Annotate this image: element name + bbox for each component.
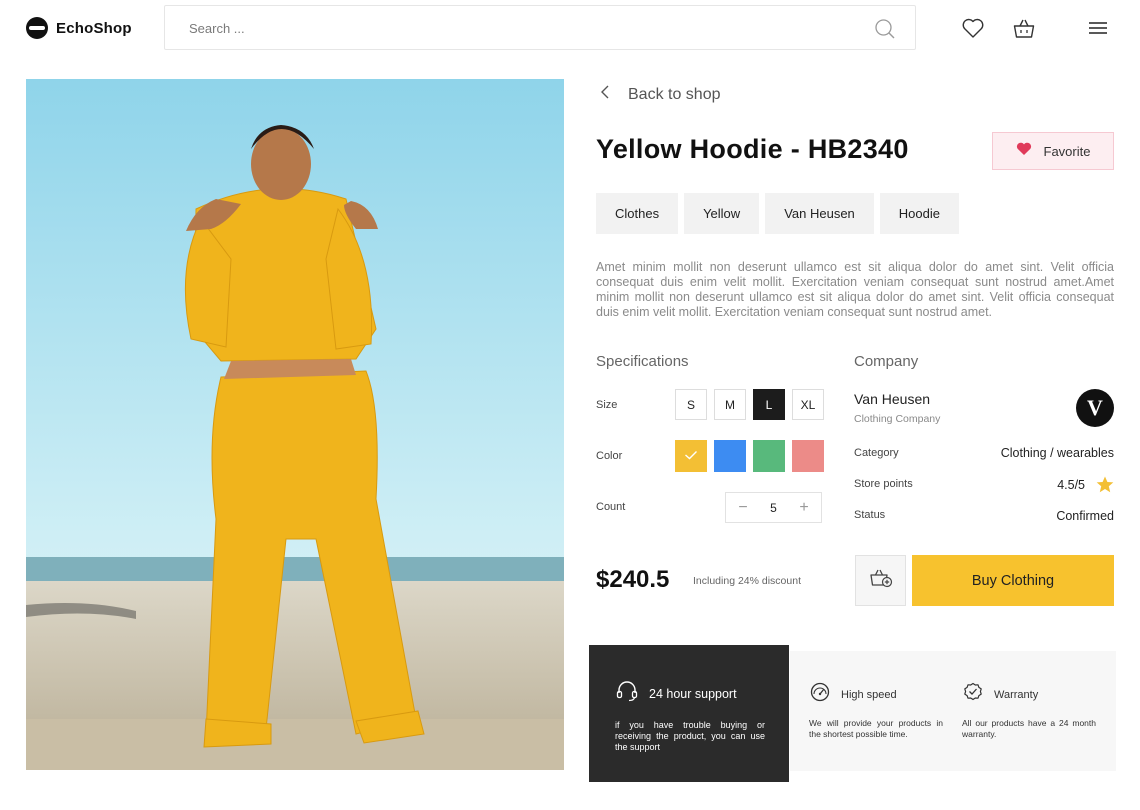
- decrement-button[interactable]: −: [726, 493, 760, 522]
- discount-note: Including 24% discount: [693, 575, 801, 587]
- tag-yellow[interactable]: Yellow: [684, 193, 760, 234]
- product-description: Amet minim mollit non deserunt ullamco e…: [596, 260, 1114, 319]
- add-to-cart-button[interactable]: [855, 555, 906, 606]
- feature-title: 24 hour support: [649, 686, 737, 701]
- category-label: Category: [854, 447, 899, 459]
- search-bar: [164, 5, 916, 50]
- star-icon: [1096, 476, 1114, 498]
- color-swatch-green[interactable]: [753, 440, 785, 472]
- status-value: Confirmed: [1056, 509, 1114, 523]
- product-price: $240.5: [596, 566, 670, 593]
- feature-description: if you have trouble buying or receiving …: [615, 720, 765, 752]
- feature-description: We will provide your products in the sho…: [809, 718, 943, 739]
- tag-list: Clothes Yellow Van Heusen Hoodie: [596, 193, 959, 234]
- increment-button[interactable]: +: [787, 493, 821, 522]
- top-header: EchoShop: [0, 0, 1140, 56]
- check-circle-icon: [962, 682, 984, 707]
- back-to-shop-link[interactable]: Back to shop: [600, 84, 721, 105]
- back-label: Back to shop: [628, 85, 721, 103]
- headset-icon: [615, 680, 639, 707]
- heart-icon[interactable]: [960, 15, 986, 41]
- search-input[interactable]: [189, 18, 849, 38]
- feature-title: Warranty: [994, 688, 1039, 701]
- tag-hoodie[interactable]: Hoodie: [879, 193, 959, 234]
- company-logo[interactable]: V: [1076, 389, 1114, 427]
- count-label: Count: [596, 501, 626, 513]
- search-icon[interactable]: [874, 18, 896, 40]
- quantity-stepper: − 5 +: [725, 492, 822, 523]
- speedometer-icon: [809, 682, 831, 707]
- color-swatch-pink[interactable]: [792, 440, 824, 472]
- checkmark-icon: [684, 447, 698, 465]
- color-selector: [675, 440, 824, 472]
- size-option-m[interactable]: M: [714, 389, 746, 420]
- chevron-left-icon: [600, 84, 610, 105]
- favorite-button[interactable]: Favorite: [992, 132, 1114, 170]
- color-label: Color: [596, 450, 623, 462]
- tag-clothes[interactable]: Clothes: [596, 193, 679, 234]
- company-subtitle: Clothing Company: [854, 413, 941, 425]
- brand-name: EchoShop: [56, 19, 132, 37]
- status-label: Status: [854, 509, 886, 521]
- buy-button[interactable]: Buy Clothing: [912, 555, 1114, 606]
- favorite-label: Favorite: [1043, 143, 1091, 159]
- menu-icon[interactable]: [1085, 15, 1111, 41]
- feature-title: High speed: [841, 688, 897, 701]
- size-option-l[interactable]: L: [753, 389, 785, 420]
- store-points-value: 4.5/5: [1057, 478, 1085, 492]
- size-selector: S M L XL: [675, 389, 824, 420]
- feature-warranty: Warranty All our products have a 24 mont…: [962, 682, 1096, 740]
- feature-support: 24 hour support if you have trouble buyi…: [615, 680, 765, 753]
- company-title: Company: [854, 353, 919, 370]
- quantity-value[interactable]: 5: [760, 501, 787, 515]
- basket-icon[interactable]: [1011, 15, 1037, 41]
- color-swatch-blue[interactable]: [714, 440, 746, 472]
- brand-logo[interactable]: EchoShop: [26, 17, 132, 39]
- product-title: Yellow Hoodie - HB2340: [596, 134, 909, 164]
- feature-description: All our products have a 24 month warrant…: [962, 718, 1096, 739]
- company-name[interactable]: Van Heusen: [854, 391, 930, 407]
- size-label: Size: [596, 399, 618, 411]
- specifications-title: Specifications: [596, 353, 689, 370]
- heart-filled-icon: [1016, 142, 1032, 161]
- store-points-label: Store points: [854, 478, 913, 490]
- product-image: [26, 79, 564, 770]
- size-option-xl[interactable]: XL: [792, 389, 824, 420]
- size-option-s[interactable]: S: [675, 389, 707, 420]
- tag-van-heusen[interactable]: Van Heusen: [765, 193, 874, 234]
- add-to-basket-icon: [869, 567, 893, 594]
- color-swatch-yellow[interactable]: [675, 440, 707, 472]
- logo-mark-icon: [26, 17, 48, 39]
- feature-high-speed: High speed We will provide your products…: [809, 682, 943, 740]
- category-value: Clothing / wearables: [1000, 446, 1114, 460]
